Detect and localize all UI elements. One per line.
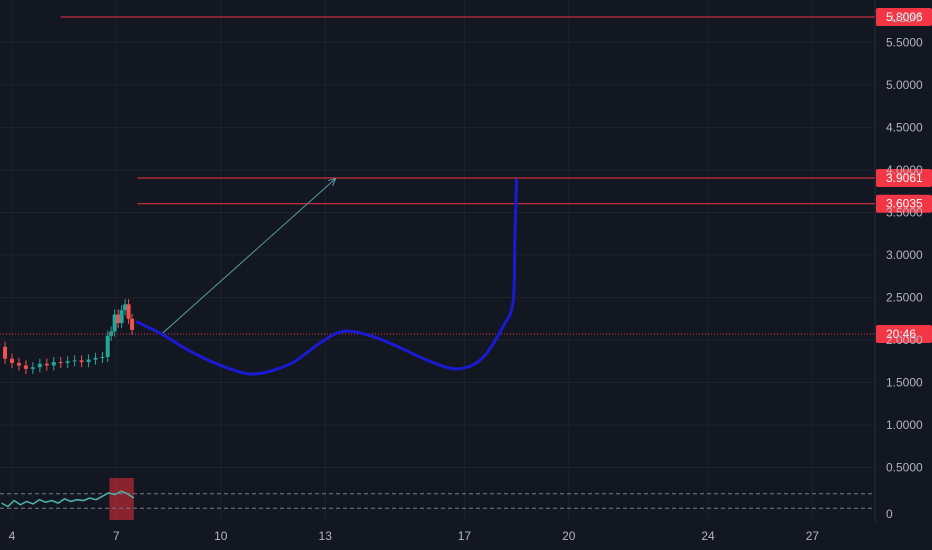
y-tick-label: 4.5000 — [886, 121, 923, 135]
x-tick-label: 27 — [806, 529, 820, 543]
y-tick-label: 5.0000 — [886, 78, 923, 92]
candle-body — [51, 362, 56, 366]
y-tick-label: 2.0000 — [886, 333, 923, 347]
candle-body — [3, 346, 8, 359]
candle-body — [30, 367, 35, 369]
x-tick-label: 20 — [562, 529, 576, 543]
candle-body — [105, 335, 110, 357]
y-tick-label: 5.5000 — [886, 36, 923, 50]
candle-body — [72, 360, 77, 362]
candle-body — [65, 361, 70, 363]
y-tick-label: 4.0000 — [886, 163, 923, 177]
indicator-highlight — [109, 478, 134, 520]
candle-body — [44, 363, 49, 366]
price-chart[interactable]: 0 5.80063.90613.603520:46 5.50005.00004.… — [0, 0, 932, 550]
candle-body — [126, 304, 131, 319]
candle-body — [100, 357, 105, 358]
y-tick-label: 1.0000 — [886, 418, 923, 432]
indicator-zero-label: 0 — [886, 507, 893, 521]
y-tick-label: 2.5000 — [886, 291, 923, 305]
y-tick-label: 3.5000 — [886, 206, 923, 220]
candle-body — [112, 314, 117, 332]
candle-body — [58, 362, 63, 364]
x-tick-label: 4 — [9, 529, 16, 543]
x-tick-label: 17 — [458, 529, 472, 543]
y-tick-label: 0.5000 — [886, 461, 923, 475]
candle-body — [37, 363, 42, 368]
y-tick-label: 3.0000 — [886, 248, 923, 262]
price-unit-label: USDT — [891, 13, 921, 25]
candle-body — [130, 318, 135, 330]
candle-body — [79, 360, 84, 363]
candle-body — [93, 357, 98, 360]
x-tick-label: 7 — [113, 529, 120, 543]
x-tick-label: 10 — [214, 529, 228, 543]
candle-body — [23, 365, 28, 369]
candle-body — [116, 314, 121, 323]
x-tick-label: 13 — [319, 529, 333, 543]
y-tick-label: 1.5000 — [886, 376, 923, 390]
x-tick-label: 24 — [701, 529, 715, 543]
candle-body — [119, 310, 124, 323]
candle-body — [16, 362, 21, 366]
candle-body — [10, 358, 14, 363]
candle-body — [123, 304, 128, 311]
candle-body — [86, 359, 91, 363]
